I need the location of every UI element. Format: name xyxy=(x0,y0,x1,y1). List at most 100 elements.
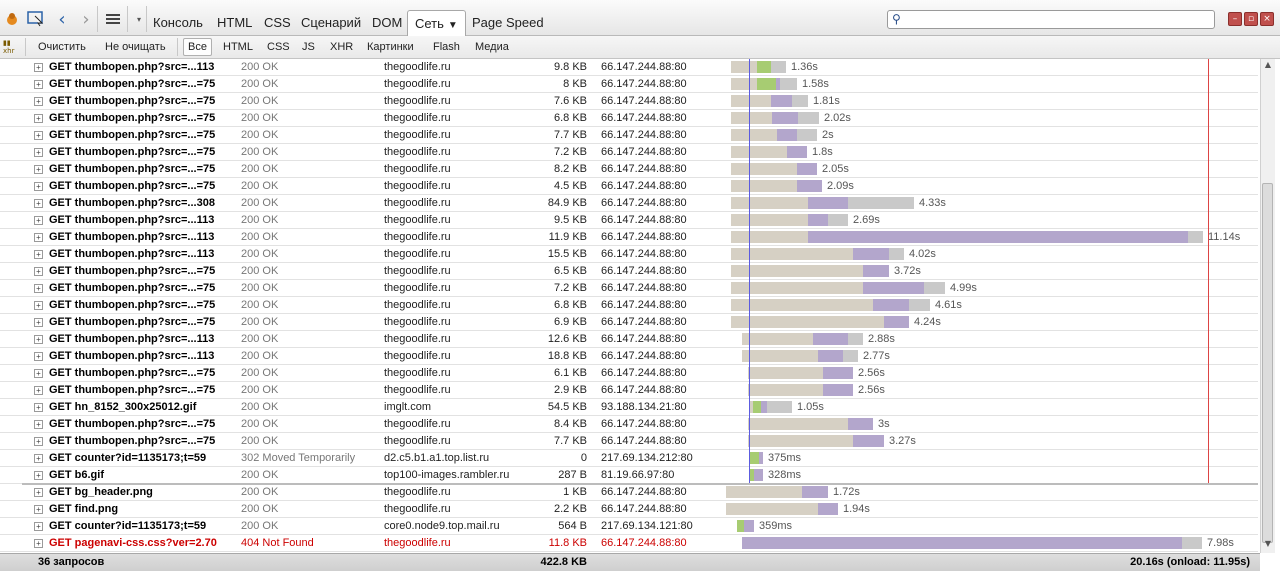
request-row[interactable]: + GET thumbopen.php?src=...=75 200 OK thego… xyxy=(0,76,1258,93)
request-row[interactable]: + GET thumbopen.php?src=...113 200 OK thego… xyxy=(0,212,1258,229)
waiting-segment xyxy=(742,350,818,362)
expand-toggle-icon[interactable]: + xyxy=(34,539,43,548)
request-status: 200 OK xyxy=(241,163,279,175)
request-row[interactable]: + GET counter?id=1135173;t=59 200 OK core0.… xyxy=(0,518,1258,535)
filter-xhr[interactable]: XHR xyxy=(330,41,353,53)
expand-toggle-icon[interactable]: + xyxy=(34,420,43,429)
scrollbar-thumb[interactable] xyxy=(1262,183,1273,543)
request-row[interactable]: + GET thumbopen.php?src=...113 200 OK thego… xyxy=(0,246,1258,263)
expand-toggle-icon[interactable]: + xyxy=(34,505,43,514)
close-icon[interactable]: × xyxy=(1260,12,1274,26)
forward-icon[interactable]: › xyxy=(76,9,96,30)
tab-net[interactable]: Сеть ▼ xyxy=(407,10,466,36)
expand-toggle-icon[interactable]: + xyxy=(34,471,43,480)
filter-js[interactable]: JS xyxy=(302,41,315,53)
request-row[interactable]: + GET thumbopen.php?src=...=75 200 OK thego… xyxy=(0,280,1258,297)
expand-toggle-icon[interactable]: + xyxy=(34,352,43,361)
expand-toggle-icon[interactable]: + xyxy=(34,369,43,378)
tab-html[interactable]: HTML xyxy=(217,15,252,30)
expand-toggle-icon[interactable]: + xyxy=(34,131,43,140)
expand-toggle-icon[interactable]: + xyxy=(34,335,43,344)
expand-toggle-icon[interactable]: + xyxy=(34,454,43,463)
receiving-segment xyxy=(813,333,848,345)
request-row[interactable]: + GET thumbopen.php?src=...=75 200 OK thego… xyxy=(0,144,1258,161)
expand-toggle-icon[interactable]: + xyxy=(34,182,43,191)
expand-toggle-icon[interactable]: + xyxy=(34,199,43,208)
expand-toggle-icon[interactable]: + xyxy=(34,250,43,259)
request-url: GET find.png xyxy=(49,503,119,515)
expand-toggle-icon[interactable]: + xyxy=(34,437,43,446)
search-field[interactable]: ⚲ xyxy=(887,10,1215,29)
vertical-scrollbar[interactable]: ▲ ▼ xyxy=(1260,59,1275,553)
tab-dom[interactable]: DOM xyxy=(372,15,402,30)
tab-page-speed[interactable]: Page Speed xyxy=(472,15,544,30)
request-row[interactable]: + GET thumbopen.php?src=...=75 200 OK thego… xyxy=(0,93,1258,110)
request-row[interactable]: + GET thumbopen.php?src=...=75 200 OK thego… xyxy=(0,365,1258,382)
expand-toggle-icon[interactable]: + xyxy=(34,522,43,531)
minimize-icon[interactable]: – xyxy=(1228,12,1242,26)
request-row[interactable]: + GET thumbopen.php?src=...=75 200 OK thego… xyxy=(0,382,1258,399)
tab-css[interactable]: CSS xyxy=(264,15,291,30)
request-row[interactable]: + GET thumbopen.php?src=...308 200 OK thego… xyxy=(0,195,1258,212)
request-row[interactable]: + GET pagenavi-css.css?ver=2.70 404 Not Fo… xyxy=(0,535,1258,552)
chevron-down-icon[interactable]: ▼ xyxy=(448,20,458,31)
filter-images[interactable]: Картинки xyxy=(367,41,414,53)
filter-media[interactable]: Медиа xyxy=(475,41,509,53)
filter-css[interactable]: CSS xyxy=(267,41,290,53)
filter-all[interactable]: Все xyxy=(183,38,212,56)
request-row[interactable]: + GET thumbopen.php?src=...113 200 OK thego… xyxy=(0,59,1258,76)
clear-button[interactable]: Очистить xyxy=(38,41,86,53)
request-row[interactable]: + GET thumbopen.php?src=...=75 200 OK thego… xyxy=(0,127,1258,144)
request-row[interactable]: + GET thumbopen.php?src=...=75 200 OK thego… xyxy=(0,110,1258,127)
request-row[interactable]: + GET bg_header.png 200 OK thegoodlife.ru 1 … xyxy=(0,484,1258,501)
expand-toggle-icon[interactable]: + xyxy=(34,165,43,174)
expand-toggle-icon[interactable]: + xyxy=(34,318,43,327)
expand-toggle-icon[interactable]: + xyxy=(34,148,43,157)
request-row[interactable]: + GET thumbopen.php?src=...=75 200 OK thego… xyxy=(0,416,1258,433)
expand-toggle-icon[interactable]: + xyxy=(34,63,43,72)
menu-icon[interactable] xyxy=(103,9,123,29)
request-row[interactable]: + GET thumbopen.php?src=...=75 200 OK thego… xyxy=(0,161,1258,178)
expand-toggle-icon[interactable]: + xyxy=(34,386,43,395)
request-row[interactable]: + GET thumbopen.php?src=...113 200 OK thego… xyxy=(0,229,1258,246)
request-row[interactable]: + GET thumbopen.php?src=...=75 200 OK thego… xyxy=(0,297,1258,314)
expand-toggle-icon[interactable]: + xyxy=(34,488,43,497)
request-row[interactable]: + GET counter?id=1135173;t=59 302 Moved Te… xyxy=(0,450,1258,467)
scroll-up-icon[interactable]: ▲ xyxy=(1261,60,1275,72)
persist-button[interactable]: Не очищать xyxy=(105,41,166,53)
expand-toggle-icon[interactable]: + xyxy=(34,284,43,293)
request-row[interactable]: + GET thumbopen.php?src=...113 200 OK thego… xyxy=(0,348,1258,365)
request-row[interactable]: + GET thumbopen.php?src=...113 200 OK thego… xyxy=(0,331,1258,348)
back-icon[interactable]: ‹ xyxy=(52,9,72,30)
expand-toggle-icon[interactable]: + xyxy=(34,216,43,225)
request-size: 6.8 KB xyxy=(553,112,587,124)
request-row[interactable]: + GET find.png 200 OK thegoodlife.ru 2.2 KB 6… xyxy=(0,501,1258,518)
filter-flash[interactable]: Flash xyxy=(433,41,460,53)
expand-toggle-icon[interactable]: + xyxy=(34,80,43,89)
firebug-icon[interactable] xyxy=(2,9,22,29)
toolbar-divider xyxy=(146,6,147,32)
after-segment xyxy=(771,61,786,73)
request-row[interactable]: + GET thumbopen.php?src=...=75 200 OK thego… xyxy=(0,314,1258,331)
detach-icon[interactable]: ▫ xyxy=(1244,12,1258,26)
expand-toggle-icon[interactable]: + xyxy=(34,97,43,106)
expand-toggle-icon[interactable]: + xyxy=(34,233,43,242)
tab-script[interactable]: Сценарий xyxy=(301,15,361,30)
request-row[interactable]: + GET hn_8152_300x25012.gif 200 OK imglt.co… xyxy=(0,399,1258,416)
expand-toggle-icon[interactable]: + xyxy=(34,301,43,310)
waiting-segment xyxy=(731,265,863,277)
inspect-icon[interactable] xyxy=(26,9,46,29)
request-time: 3s xyxy=(878,418,890,430)
tab-console[interactable]: Консоль xyxy=(153,15,203,30)
request-row[interactable]: + GET thumbopen.php?src=...=75 200 OK thego… xyxy=(0,178,1258,195)
expand-toggle-icon[interactable]: + xyxy=(34,114,43,123)
request-row[interactable]: + GET thumbopen.php?src=...=75 200 OK thego… xyxy=(0,433,1258,450)
expand-toggle-icon[interactable]: + xyxy=(34,403,43,412)
request-row[interactable]: + GET b6.gif 200 OK top100-images.rambler.r… xyxy=(0,467,1258,484)
filter-html[interactable]: HTML xyxy=(223,41,253,53)
search-input[interactable] xyxy=(906,12,1210,28)
scroll-down-icon[interactable]: ▼ xyxy=(1261,539,1275,551)
request-time: 4.99s xyxy=(950,282,977,294)
request-row[interactable]: + GET thumbopen.php?src=...=75 200 OK thego… xyxy=(0,263,1258,280)
expand-toggle-icon[interactable]: + xyxy=(34,267,43,276)
